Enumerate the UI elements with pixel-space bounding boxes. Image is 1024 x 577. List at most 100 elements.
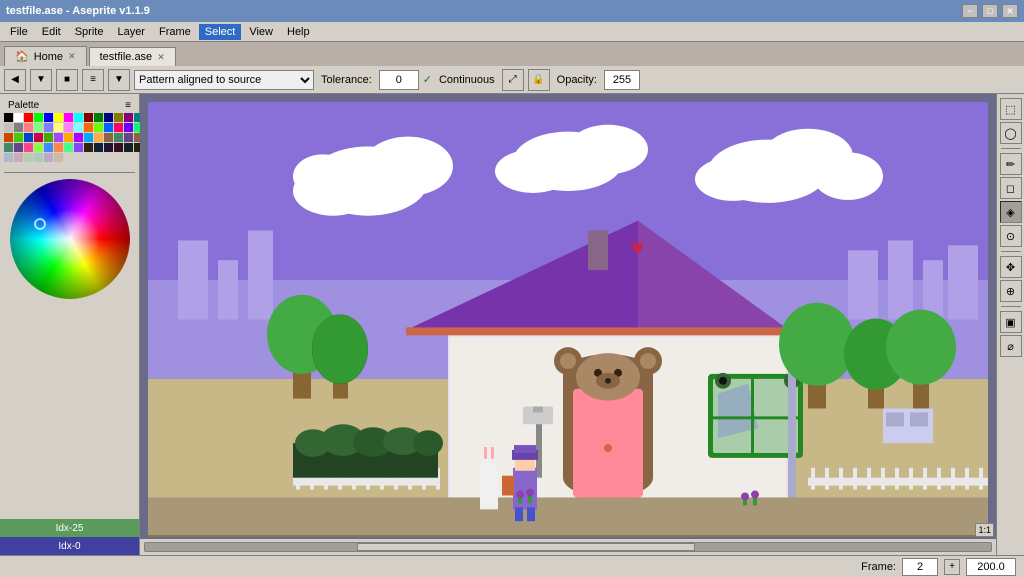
scroll-thumb[interactable] (357, 543, 695, 551)
tab-home[interactable]: 🏠 Home ✕ (4, 46, 87, 66)
tool-marquee[interactable]: ⬚ (1000, 98, 1022, 120)
palette-menu-icon[interactable]: ≡ (125, 100, 131, 111)
palette-cell[interactable] (34, 113, 43, 122)
tool-brush[interactable]: ⌀ (1000, 335, 1022, 357)
sprite-canvas[interactable]: ♥ (148, 102, 988, 537)
palette-cell[interactable] (124, 113, 133, 122)
palette-cell[interactable] (114, 143, 123, 152)
horizontal-scrollbar[interactable] (140, 539, 996, 555)
tool-stop-button[interactable]: ■ (56, 69, 78, 91)
tool-move[interactable]: ✥ (1000, 256, 1022, 278)
palette-cell[interactable] (24, 123, 33, 132)
frame-next-button[interactable]: + (944, 559, 960, 575)
frame-input[interactable]: 2 (902, 558, 938, 576)
tool-eraser[interactable]: ◻ (1000, 177, 1022, 199)
palette-cell[interactable] (64, 133, 73, 142)
palette-cell[interactable] (34, 153, 43, 162)
tool-fill[interactable]: ◈ (1000, 201, 1022, 223)
palette-cell[interactable] (24, 153, 33, 162)
palette-cell[interactable] (94, 143, 103, 152)
palette-cell[interactable] (44, 133, 53, 142)
tool-bucket[interactable]: ▣ (1000, 311, 1022, 333)
palette-cell[interactable] (74, 133, 83, 142)
tolerance-input[interactable]: 0 (379, 70, 419, 90)
palette-cell[interactable] (44, 123, 53, 132)
palette-cell[interactable] (84, 143, 93, 152)
zoom-input[interactable]: 200.0 (966, 558, 1016, 576)
idx-bar-bg[interactable]: Idx-0 (0, 537, 139, 555)
palette-cell[interactable] (34, 133, 43, 142)
lock-icon[interactable]: 🔒 (528, 69, 550, 91)
palette-cell[interactable] (34, 143, 43, 152)
palette-cell[interactable] (4, 143, 13, 152)
tool-pencil[interactable]: ✏ (1000, 153, 1022, 175)
palette-cell[interactable] (24, 113, 33, 122)
palette-cell[interactable] (4, 133, 13, 142)
palette-cell[interactable] (4, 153, 13, 162)
palette-cell[interactable] (104, 123, 113, 132)
tab-testfile[interactable]: testfile.ase ✕ (89, 47, 176, 66)
tool-zoom[interactable]: ⊕ (1000, 280, 1022, 302)
palette-cell[interactable] (74, 123, 83, 132)
canvas-container[interactable]: ♥ (140, 94, 996, 555)
menu-frame[interactable]: Frame (153, 24, 197, 40)
palette-cell[interactable] (74, 113, 83, 122)
palette-cell[interactable] (74, 143, 83, 152)
zoom-badge[interactable]: 1:1 (975, 523, 994, 537)
palette-cell[interactable] (84, 113, 93, 122)
palette-cell[interactable] (14, 123, 23, 132)
tool-prev-button[interactable]: ◀ (4, 69, 26, 91)
maximize-button[interactable]: □ (982, 4, 998, 18)
palette-cell[interactable] (64, 143, 73, 152)
menu-help[interactable]: Help (281, 24, 316, 40)
palette-cell[interactable] (44, 113, 53, 122)
menu-file[interactable]: File (4, 24, 34, 40)
palette-cell[interactable] (54, 123, 63, 132)
palette-cell[interactable] (14, 153, 23, 162)
tool-eyedropper[interactable]: ⊙ (1000, 225, 1022, 247)
palette-cell[interactable] (104, 113, 113, 122)
palette-cell[interactable] (104, 133, 113, 142)
tab-home-close[interactable]: ✕ (68, 51, 76, 62)
palette-cell[interactable] (24, 143, 33, 152)
color-wheel[interactable] (10, 179, 130, 299)
palette-cell[interactable] (114, 133, 123, 142)
palette-cell[interactable] (124, 123, 133, 132)
palette-cell[interactable] (64, 123, 73, 132)
tool-next-button[interactable]: ▼ (30, 69, 52, 91)
palette-cell[interactable] (114, 123, 123, 132)
minimize-button[interactable]: − (962, 4, 978, 18)
palette-cell[interactable] (54, 153, 63, 162)
menu-select[interactable]: Select (199, 24, 242, 40)
palette-cell[interactable] (104, 143, 113, 152)
tool-arrow-button[interactable]: ▼ (108, 69, 130, 91)
palette-cell[interactable] (114, 113, 123, 122)
palette-cell[interactable] (44, 153, 53, 162)
palette-cell[interactable] (14, 143, 23, 152)
palette-cell[interactable] (124, 143, 133, 152)
palette-cell[interactable] (94, 123, 103, 132)
palette-cell[interactable] (4, 123, 13, 132)
opacity-input[interactable]: 255 (604, 70, 640, 90)
palette-cell[interactable] (124, 133, 133, 142)
menu-edit[interactable]: Edit (36, 24, 67, 40)
palette-cell[interactable] (34, 123, 43, 132)
palette-cell[interactable] (24, 133, 33, 142)
menu-view[interactable]: View (243, 24, 279, 40)
palette-cell[interactable] (54, 143, 63, 152)
palette-cell[interactable] (54, 133, 63, 142)
tab-testfile-close[interactable]: ✕ (157, 52, 165, 63)
palette-cell[interactable] (44, 143, 53, 152)
idx-bar-fg[interactable]: Idx-25 (0, 519, 139, 537)
palette-cell[interactable] (14, 133, 23, 142)
continuous-icon[interactable]: ⤢ (502, 69, 524, 91)
palette-cell[interactable] (94, 133, 103, 142)
palette-cell[interactable] (84, 133, 93, 142)
menu-sprite[interactable]: Sprite (69, 24, 110, 40)
palette-cell[interactable] (84, 123, 93, 132)
tool-menu-button[interactable]: ≡ (82, 69, 104, 91)
close-button[interactable]: ✕ (1002, 4, 1018, 18)
palette-cell[interactable] (14, 113, 23, 122)
pattern-dropdown[interactable]: Pattern aligned to source (134, 70, 314, 90)
tool-lasso[interactable]: ◯ (1000, 122, 1022, 144)
